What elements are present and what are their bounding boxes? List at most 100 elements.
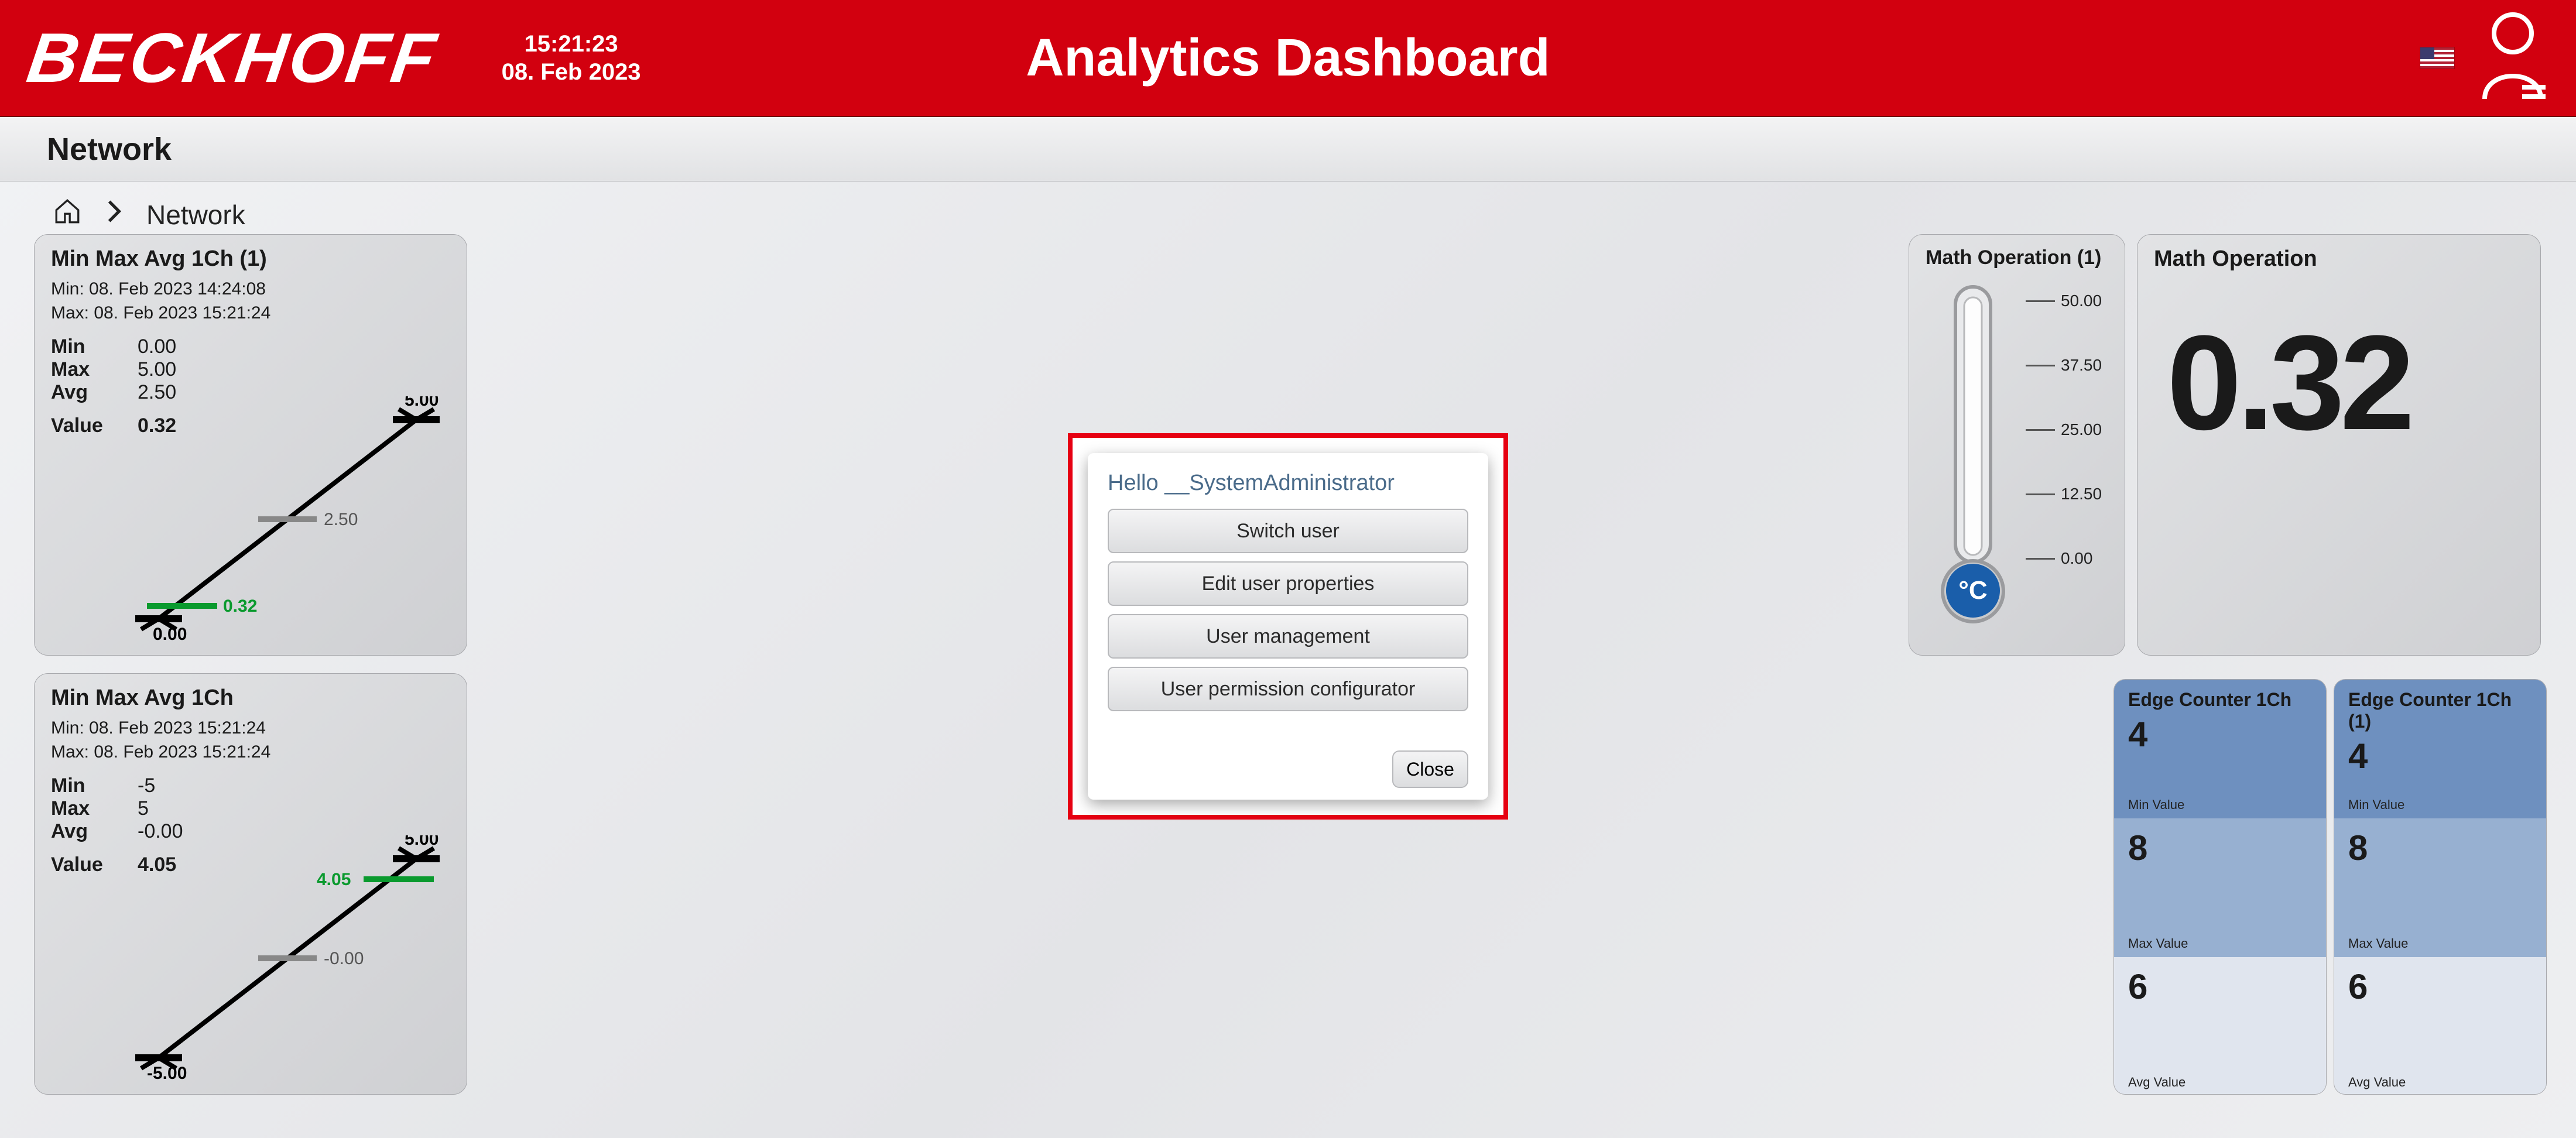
breadcrumb: Network [0,181,2576,232]
edge-cell-min: Edge Counter 1Ch (1) 4 Min Value [2334,680,2546,818]
thermometer-unit: °C [1946,564,2000,618]
max-timestamp: Max: 08. Feb 2023 15:21:24 [51,741,450,765]
app-title: Analytics Dashboard [1026,28,1550,88]
mini-range-chart: 0.00 5.00 2.50 0.32 [124,396,451,642]
tick-label: 0.00 [2061,549,2093,568]
edge-avg-label: Avg Value [2128,1075,2186,1090]
subheader: Network [0,117,2576,181]
edge-max-label: Max Value [2348,936,2408,951]
edge-cell-avg: 6 Avg Value [2114,957,2326,1095]
edge-max-value: 8 [2348,828,2532,868]
edge-min-value: 4 [2348,736,2532,776]
clock-time: 15:21:23 [502,30,641,58]
chart-bottom-label: -5.00 [147,1064,187,1081]
dialog-greeting: Hello __SystemAdministrator [1108,471,1468,496]
subheader-title: Network [47,131,172,167]
panel-title: Math Operation (1) [1926,246,2108,269]
value: 08. Feb 2023 15:21:24 [94,742,270,762]
row-min: Min -5 [51,774,450,797]
edge-min-label: Min Value [2348,797,2404,813]
label: Avg [51,381,115,404]
max-timestamp: Max: 08. Feb 2023 15:21:24 [51,301,450,325]
panel-min-max-avg-1: Min Max Avg 1Ch (1) Min: 08. Feb 2023 14… [34,234,467,656]
panel-title: Math Operation [2154,246,2524,272]
label: Min [51,335,115,358]
row-max: Max 5.00 [51,358,450,381]
chart-top-label: 5.00 [405,835,439,849]
user-management-button[interactable]: User management [1108,614,1468,659]
thermometer-ticks: 50.00 37.50 25.00 12.50 0.00 [2026,281,2102,568]
edit-user-properties-button[interactable]: Edit user properties [1108,561,1468,606]
brand-logo: BECKHOFF [22,18,443,98]
chart-marker-label: 4.05 [317,870,351,889]
chart-marker-label: 0.32 [223,597,257,616]
value: 08. Feb 2023 15:21:24 [89,718,266,738]
label: Max [51,797,115,820]
panel-min-max-avg-2: Min Max Avg 1Ch Min: 08. Feb 2023 15:21:… [34,673,467,1095]
edge-avg-value: 6 [2348,966,2532,1007]
label: Value [51,414,115,437]
edge-min-label: Min Value [2128,797,2184,813]
tick-label: 25.00 [2061,420,2102,439]
workspace: Network Min Max Avg 1Ch (1) Min: 08. Feb… [0,181,2576,1138]
label: Max [51,358,115,381]
edge-title: Edge Counter 1Ch [2128,689,2312,711]
home-icon[interactable] [53,197,82,232]
panel-thermometer: Math Operation (1) °C 50.00 37.50 25.00 … [1909,234,2125,656]
tick-label: 12.50 [2061,485,2102,503]
top-bar: BECKHOFF 15:21:23 08. Feb 2023 Analytics… [0,0,2576,117]
close-button[interactable]: Close [1392,750,1468,788]
mini-range-chart: -5.00 5.00 -0.00 4.05 [124,835,451,1081]
panel-title: Min Max Avg 1Ch (1) [51,246,450,272]
tick-label: 50.00 [2061,292,2102,310]
panel-edge-counter-1: Edge Counter 1Ch 4 Min Value 8 Max Value… [2113,679,2327,1095]
edge-max-value: 8 [2128,828,2312,868]
switch-user-button[interactable]: Switch user [1108,509,1468,553]
value: 5.00 [138,358,176,381]
breadcrumb-current[interactable]: Network [146,199,245,231]
min-timestamp: Min: 08. Feb 2023 15:21:24 [51,717,450,741]
user-dialog-highlight: Hello __SystemAdministrator Switch user … [1068,433,1508,820]
row-max: Max 5 [51,797,450,820]
edge-avg-value: 6 [2128,966,2312,1007]
edge-avg-label: Avg Value [2348,1075,2406,1090]
panel-title: Min Max Avg 1Ch [51,685,450,711]
value: 08. Feb 2023 15:21:24 [94,303,270,323]
label: Max: [51,303,89,323]
edge-cell-max: 8 Max Value [2114,818,2326,957]
label: Min: [51,279,84,299]
panel-edge-counter-2: Edge Counter 1Ch (1) 4 Min Value 8 Max V… [2334,679,2547,1095]
value: 5 [138,797,149,820]
user-dialog: Hello __SystemAdministrator Switch user … [1088,453,1488,800]
chart-mid-label: -0.00 [324,949,364,968]
label: Avg [51,820,115,843]
edge-cell-min: Edge Counter 1Ch 4 Min Value [2114,680,2326,818]
chart-mid-label: 2.50 [324,510,358,529]
edge-min-value: 4 [2128,714,2312,755]
value: 08. Feb 2023 14:24:08 [89,279,266,299]
edge-title: Edge Counter 1Ch (1) [2348,689,2532,732]
chart-bottom-label: 0.00 [153,625,187,642]
label: Min [51,774,115,797]
user-menu-icon[interactable] [2478,10,2548,107]
label: Value [51,854,115,876]
edge-cell-avg: 6 Avg Value [2334,957,2546,1095]
edge-cell-max: 8 Max Value [2334,818,2546,957]
flag-us-icon[interactable] [2420,47,2454,68]
chart-top-label: 5.00 [405,396,439,410]
row-min: Min 0.00 [51,335,450,358]
edge-max-label: Max Value [2128,936,2188,951]
value: 0.00 [138,335,176,358]
panel-math-number: Math Operation 0.32 [2137,234,2541,656]
label: Max: [51,742,89,762]
min-timestamp: Min: 08. Feb 2023 14:24:08 [51,277,450,301]
value: -5 [138,774,155,797]
clock: 15:21:23 08. Feb 2023 [502,30,641,86]
thermometer-icon: °C [1932,281,2014,680]
clock-date: 08. Feb 2023 [502,58,641,86]
tick-label: 37.50 [2061,356,2102,375]
math-value: 0.32 [2167,305,2410,460]
user-permission-configurator-button[interactable]: User permission configurator [1108,667,1468,711]
chevron-right-icon [100,197,129,232]
label: Min: [51,718,84,738]
